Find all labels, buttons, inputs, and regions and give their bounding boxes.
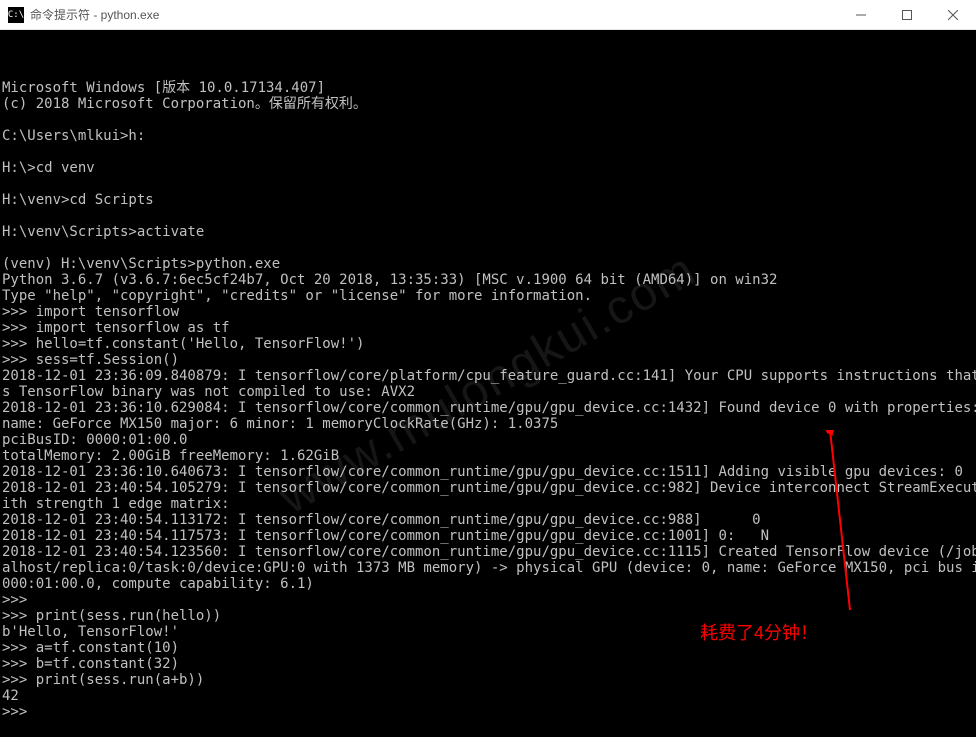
terminal-text: Microsoft Windows [版本 10.0.17134.407] (c… [2, 80, 976, 720]
annotation-label: 耗费了4分钟！ [700, 625, 818, 641]
maximize-button[interactable] [884, 0, 930, 29]
window-title: 命令提示符 - python.exe [30, 6, 838, 23]
app-icon: C:\ [8, 7, 24, 23]
terminal-output[interactable]: www.mulongkui.com Microsoft Windows [版本 … [0, 30, 976, 737]
minimize-button[interactable] [838, 0, 884, 29]
window-controls [838, 0, 976, 29]
close-button[interactable] [930, 0, 976, 29]
title-bar: C:\ 命令提示符 - python.exe [0, 0, 976, 30]
